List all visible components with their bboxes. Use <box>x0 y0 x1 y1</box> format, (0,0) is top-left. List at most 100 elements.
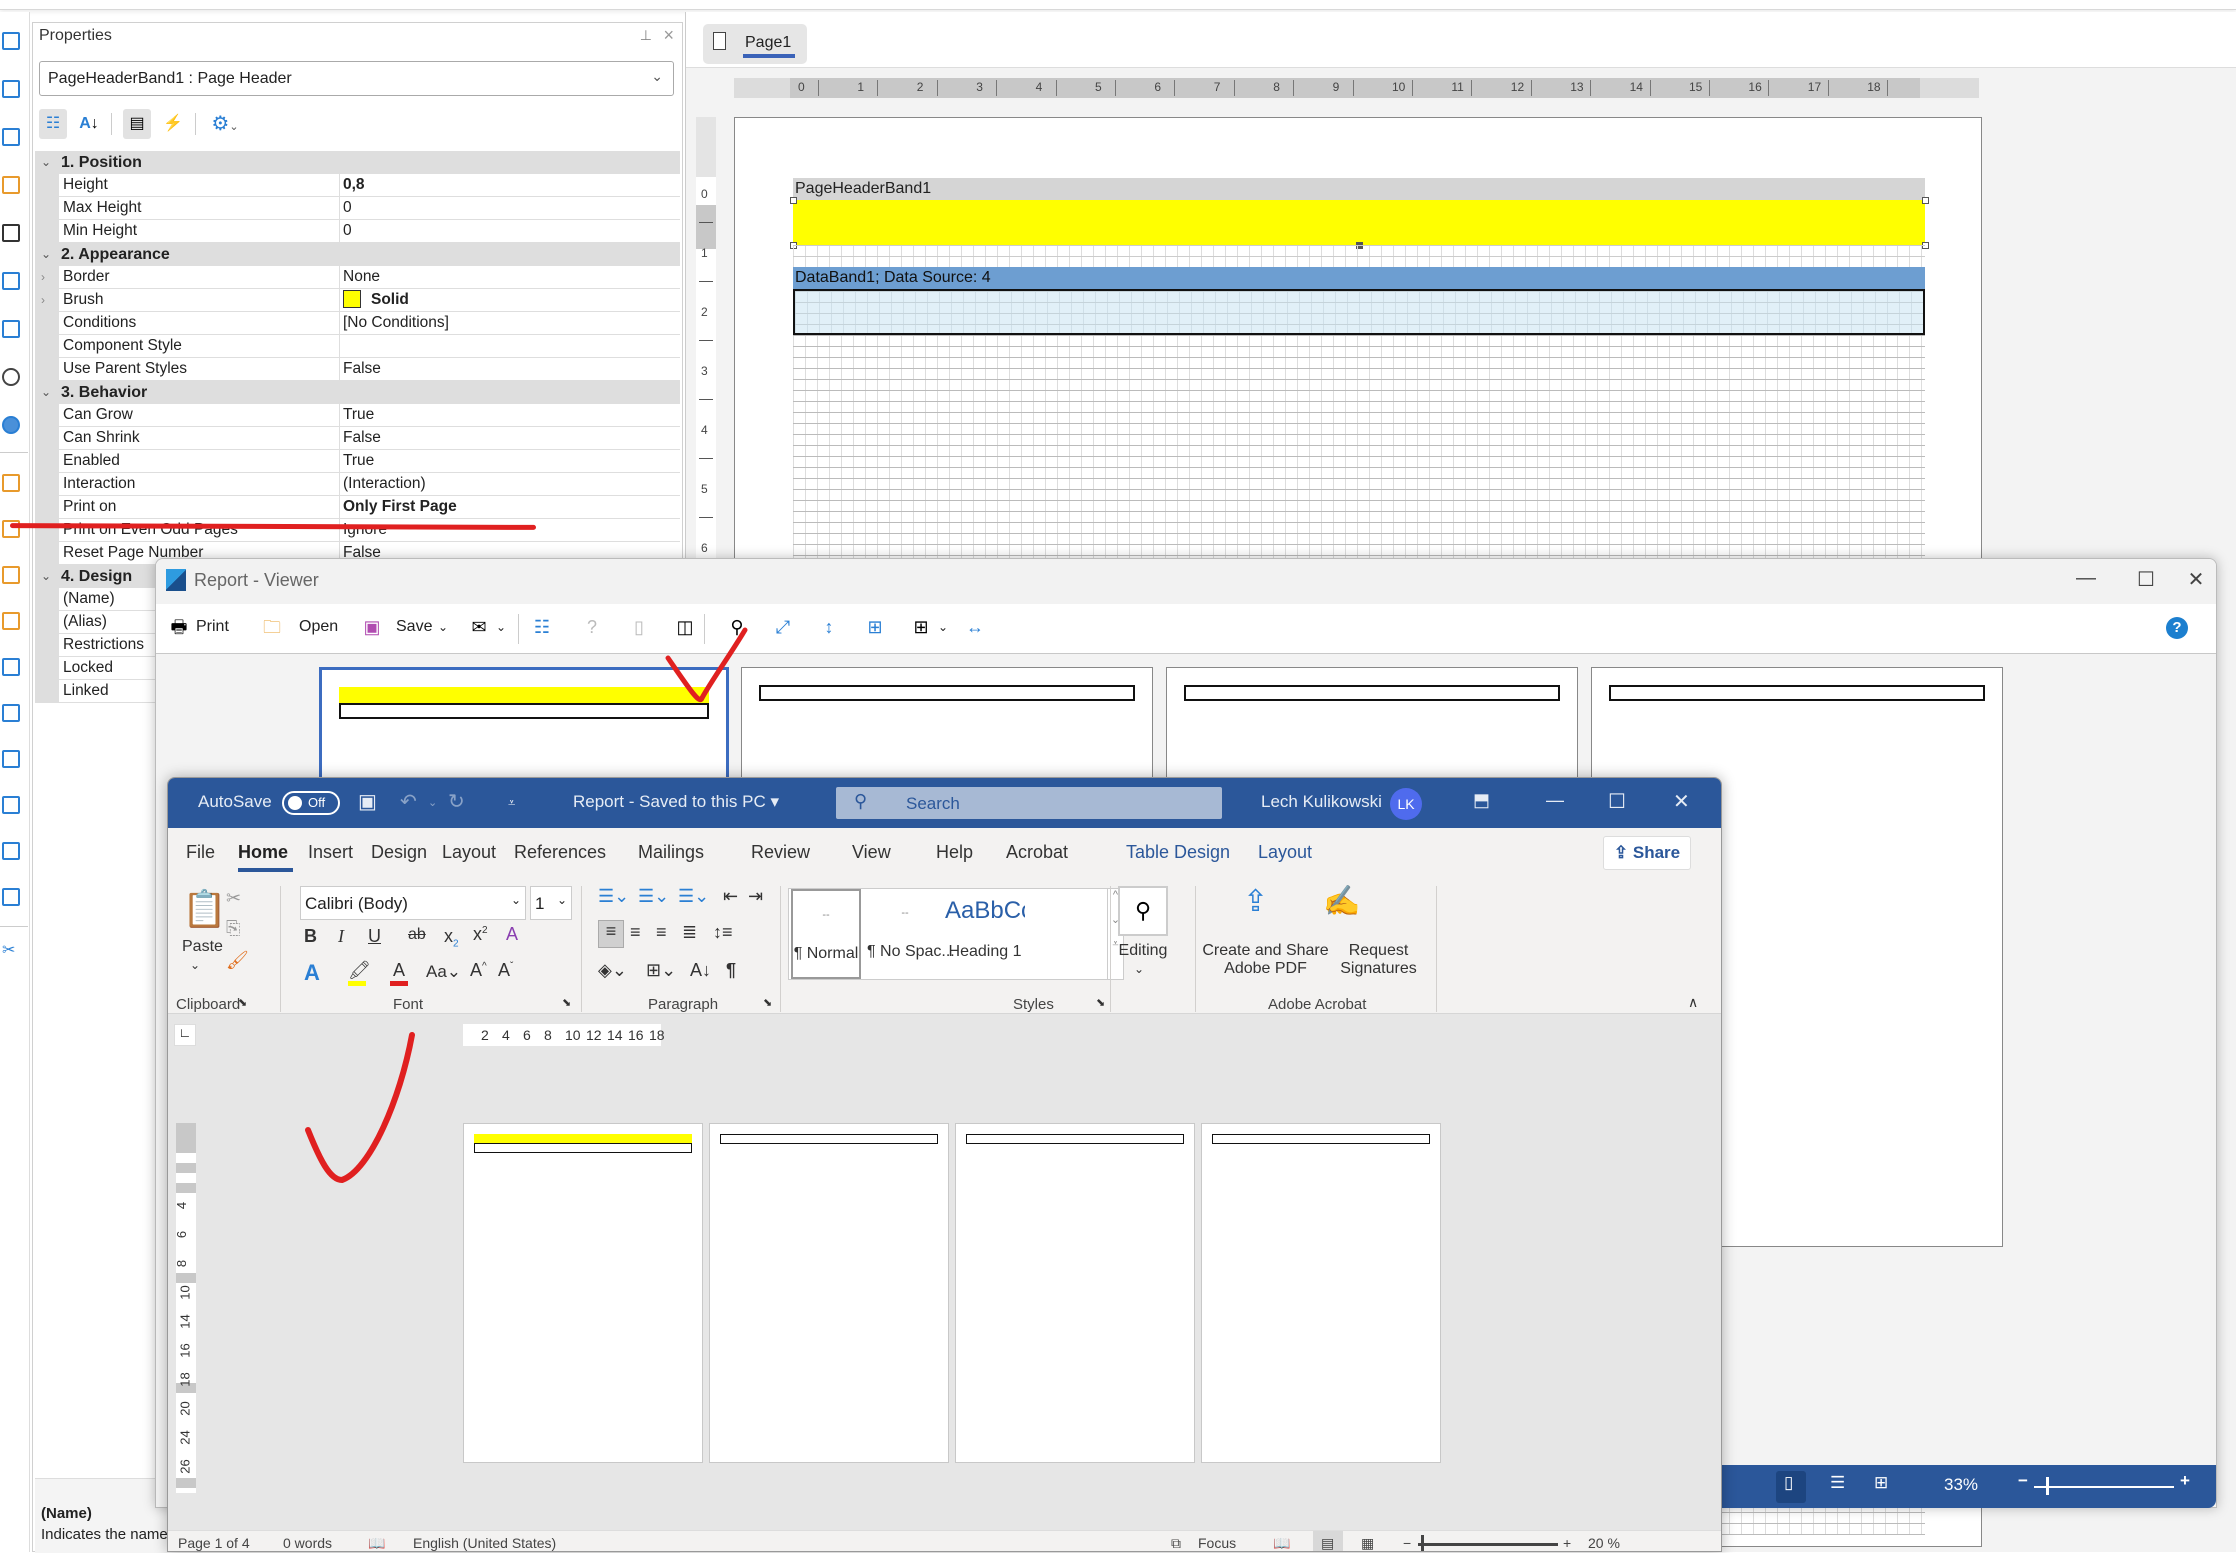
property-value[interactable]: [No Conditions] <box>340 312 680 334</box>
property-row[interactable]: Enabled True <box>35 450 680 473</box>
property-value[interactable]: Ignore <box>340 519 680 541</box>
show-formatting-icon[interactable]: ¶ <box>726 960 736 981</box>
barcode-icon[interactable] <box>2 224 20 242</box>
property-value[interactable]: Only First Page <box>340 496 680 518</box>
create-pdf-icon[interactable]: ⇪ <box>1243 884 1268 919</box>
property-category[interactable]: ⌄ 3. Behavior <box>35 381 680 404</box>
collapse-ribbon-icon[interactable]: ∧ <box>1688 994 1698 1011</box>
gauge-icon[interactable] <box>2 368 20 386</box>
strikethrough-button[interactable]: ab <box>408 926 426 944</box>
line-spacing-icon[interactable]: ↕≡ <box>713 922 733 943</box>
property-row[interactable]: Height 0,8 <box>35 174 680 197</box>
zoom-slider[interactable] <box>2034 1486 2174 1488</box>
zoom-out-button[interactable]: − <box>2018 1471 2028 1491</box>
bookmarks-icon[interactable]: ☷ <box>531 616 553 638</box>
property-value[interactable]: 0 <box>340 197 680 219</box>
subscript-button[interactable]: x2 <box>444 926 459 950</box>
property-category[interactable]: ⌄ 1. Position <box>35 151 680 174</box>
band-icon[interactable] <box>2 32 20 50</box>
continuous-view-icon[interactable]: ☰ <box>1830 1473 1845 1493</box>
property-row[interactable]: › Border None <box>35 266 680 289</box>
maximize-button[interactable]: ☐ <box>2126 567 2166 592</box>
document-title[interactable]: Report - Saved to this PC ▾ <box>573 792 779 812</box>
chevron-down-icon[interactable]: ⌄ <box>41 243 51 266</box>
property-row[interactable]: › Brush Solid <box>35 289 680 312</box>
thumbnails-icon[interactable]: ▯ <box>628 616 650 638</box>
tab-home[interactable]: Home <box>238 842 288 863</box>
lightning-icon[interactable]: ⚡ <box>159 109 187 139</box>
property-value[interactable]: False <box>340 427 680 449</box>
property-row[interactable]: Use Parent Styles False <box>35 358 680 381</box>
autosave-toggle[interactable]: Off <box>282 791 340 815</box>
save-icon[interactable]: ▣ <box>361 616 383 638</box>
full-screen-icon[interactable]: ⤢ <box>772 616 794 638</box>
copy-icon[interactable]: ⎘ <box>226 918 240 939</box>
tab-design[interactable]: Design <box>371 842 427 863</box>
dialog-launcher-icon[interactable]: ⬊ <box>238 996 247 1009</box>
zoom-in-button[interactable]: + <box>1563 1535 1571 1551</box>
report-title-band-icon[interactable] <box>2 474 20 492</box>
property-value[interactable]: True <box>340 450 680 472</box>
printer-icon[interactable]: 🖶 <box>168 616 190 638</box>
avatar[interactable]: LK <box>1390 788 1422 820</box>
document-page[interactable] <box>709 1123 949 1463</box>
decrease-indent-icon[interactable]: ⇤ <box>723 886 738 907</box>
zoom-out-button[interactable]: − <box>1403 1535 1411 1551</box>
font-name-dropdown[interactable]: Calibri (Body) ⌄ <box>300 886 526 920</box>
properties-list-icon[interactable]: ▤ <box>123 109 151 139</box>
property-value[interactable]: True <box>340 404 680 426</box>
tab-table-layout[interactable]: Layout <box>1258 842 1312 863</box>
property-value[interactable]: (Interaction) <box>340 473 680 495</box>
save-button[interactable]: Save <box>396 618 432 636</box>
find-icon[interactable]: ⚲ <box>726 616 748 638</box>
text-component-icon[interactable] <box>2 128 20 146</box>
page-indicator[interactable]: Page 1 of 4 <box>178 1535 250 1551</box>
dialog-launcher-icon[interactable]: ⬊ <box>1096 996 1105 1009</box>
chevron-down-icon[interactable]: ⌄ <box>41 565 51 588</box>
tab-page1[interactable]: Page1 <box>703 24 807 64</box>
borders-icon[interactable]: ⊞⌄ <box>646 960 676 981</box>
hierarchical-band-icon[interactable] <box>2 704 20 722</box>
property-row[interactable]: Component Style <box>35 335 680 358</box>
property-value[interactable]: False <box>340 358 680 380</box>
share-button[interactable]: ⇪ Share <box>1603 836 1691 870</box>
chevron-down-icon[interactable]: ⌄ <box>938 620 948 634</box>
word-count[interactable]: 0 words <box>283 1535 332 1551</box>
dialog-launcher-icon[interactable]: ⬊ <box>763 996 772 1009</box>
property-value[interactable]: None <box>340 266 680 288</box>
font-size-dropdown[interactable]: 1 ⌄ <box>530 886 572 920</box>
ribbon-display-icon[interactable]: ⬒ <box>1473 790 1490 811</box>
tools-icon[interactable]: ✂ <box>2 940 20 959</box>
chart-component-icon[interactable] <box>2 320 20 338</box>
resize-handle[interactable] <box>790 197 797 204</box>
property-row[interactable]: Can Grow True <box>35 404 680 427</box>
clear-formatting-icon[interactable]: A <box>506 924 518 945</box>
tab-review[interactable]: Review <box>751 842 810 863</box>
close-button[interactable]: ✕ <box>2176 567 2216 592</box>
align-center-button[interactable]: ≡ <box>630 922 641 943</box>
zoom-slider-thumb[interactable] <box>1421 1535 1424 1551</box>
tab-file[interactable]: File <box>186 842 215 863</box>
justify-button[interactable]: ≣ <box>682 922 697 943</box>
tab-help[interactable]: Help <box>936 842 973 863</box>
tab-mailings[interactable]: Mailings <box>638 842 704 863</box>
style-heading-1[interactable]: AaBbCc Heading 1 <box>945 889 1025 979</box>
multiple-pages-icon[interactable]: ⊞ <box>910 616 932 638</box>
categorized-icon[interactable]: ☷ <box>39 109 67 139</box>
paste-button[interactable]: Paste <box>182 938 223 956</box>
highlight-icon[interactable]: 🖍 <box>348 960 371 986</box>
info-component-icon[interactable] <box>2 272 20 290</box>
tab-references[interactable]: References <box>514 842 606 863</box>
style-normal[interactable]: -- ¶ Normal <box>791 889 861 979</box>
property-row[interactable]: Interaction (Interaction) <box>35 473 680 496</box>
chevron-down-icon[interactable]: ⌄ <box>41 381 51 404</box>
tab-selector[interactable]: ∟ <box>174 1024 196 1046</box>
italic-button[interactable]: I <box>338 926 344 947</box>
chevron-down-icon[interactable]: ⌄ <box>1134 962 1144 976</box>
pin-icon[interactable]: ⊥ <box>640 27 652 44</box>
bullets-icon[interactable]: ☰⌄ <box>598 886 629 907</box>
sort-az-icon[interactable]: A↓ <box>75 109 103 139</box>
page-header-band-caption[interactable]: PageHeaderBand1 <box>793 178 1925 200</box>
multilevel-list-icon[interactable]: ☰⌄ <box>678 886 709 907</box>
open-button[interactable]: Open <box>299 618 338 636</box>
